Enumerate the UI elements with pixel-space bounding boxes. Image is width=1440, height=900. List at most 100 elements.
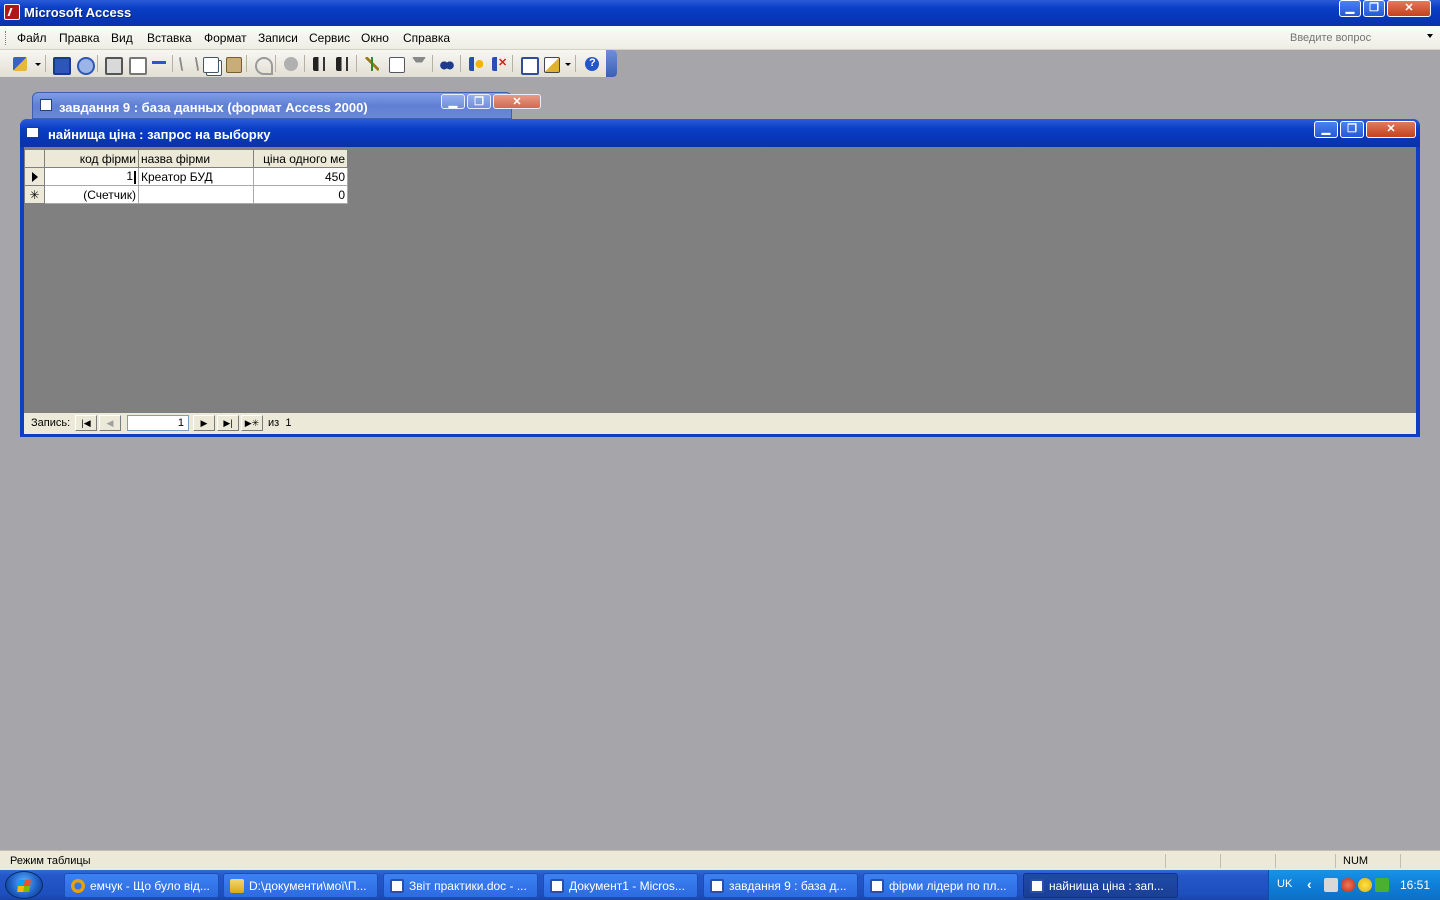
- close-button[interactable]: ✕: [1387, 0, 1431, 17]
- cut-icon[interactable]: [177, 54, 197, 74]
- menu-help[interactable]: Справка: [403, 31, 450, 45]
- view-dropdown-icon[interactable]: [35, 63, 41, 66]
- taskbar-item-label: завдання 9 : база д...: [729, 879, 847, 893]
- filter-by-selection-icon[interactable]: [362, 54, 382, 74]
- office-links-icon[interactable]: [281, 54, 301, 74]
- paste-icon[interactable]: [223, 54, 243, 74]
- taskbar-item[interactable]: емчук - Що було від...: [64, 873, 219, 898]
- design-view-icon[interactable]: [10, 54, 30, 74]
- menu-tools[interactable]: Сервис: [309, 31, 350, 45]
- toolbar-separator: [512, 55, 513, 72]
- menu-records[interactable]: Записи: [258, 31, 298, 45]
- copy-icon[interactable]: [200, 54, 220, 74]
- app-caption-buttons: ▁ ❐ ✕: [1339, 0, 1431, 17]
- messenger-smile-icon[interactable]: [1358, 878, 1372, 892]
- num-lock-indicator: NUM: [1343, 855, 1369, 867]
- search-file-icon[interactable]: [74, 54, 95, 75]
- antivirus-tray-icon[interactable]: [1324, 878, 1338, 892]
- database-window[interactable]: завдання 9 : база данных (формат Access …: [32, 92, 541, 119]
- language-indicator[interactable]: UK: [1277, 878, 1292, 890]
- taskbar-item-label: D:\документи\мої\П...: [249, 879, 367, 893]
- db-minimize-button[interactable]: ▁: [441, 94, 465, 109]
- total-records: 1: [285, 417, 292, 429]
- cell-price[interactable]: 450: [253, 167, 348, 186]
- last-record-button[interactable]: ▶|: [217, 415, 239, 431]
- cell-id-value: 1: [126, 169, 133, 184]
- previous-record-button[interactable]: ◀: [99, 415, 121, 431]
- new-record-icon[interactable]: [466, 54, 486, 74]
- sort-ascending-icon[interactable]: [310, 54, 330, 74]
- query-window-title-bar[interactable]: найнища ціна : запрос на выборку ▁ ❐ ✕: [20, 119, 1420, 147]
- word-icon: [390, 879, 404, 893]
- menu-window[interactable]: Окно: [361, 31, 389, 45]
- taskbar-item[interactable]: завдання 9 : база д...: [703, 873, 858, 898]
- icq-tray-icon[interactable]: [1375, 878, 1389, 892]
- column-header-price[interactable]: ціна одного ме: [253, 149, 348, 168]
- menu-grip[interactable]: [5, 31, 8, 45]
- minimize-button[interactable]: ▁: [1339, 0, 1361, 17]
- taskbar-item[interactable]: D:\документи\мої\П...: [223, 873, 378, 898]
- cell-name[interactable]: Креатор БУД: [138, 167, 254, 186]
- taskbar-item-label: фірми лідери по пл...: [889, 879, 1007, 893]
- spelling-icon[interactable]: [149, 54, 169, 74]
- toolbar-separator: [97, 55, 98, 72]
- query-window: найнища ціна : запрос на выборку ▁ ❐ ✕ к…: [20, 119, 1420, 437]
- find-icon[interactable]: [437, 54, 457, 74]
- current-record-input[interactable]: [127, 415, 189, 431]
- sort-descending-icon[interactable]: [333, 54, 353, 74]
- restore-icon: ❐: [1347, 123, 1357, 135]
- cell-id-new[interactable]: (Счетчик): [44, 185, 139, 204]
- save-icon[interactable]: [50, 54, 71, 75]
- filter-by-form-icon[interactable]: [386, 54, 406, 74]
- taskbar-item[interactable]: фірми лідери по пл...: [863, 873, 1018, 898]
- restore-button[interactable]: ❐: [1363, 0, 1385, 17]
- new-record-selector[interactable]: ✳: [24, 185, 45, 204]
- app-title-bar[interactable]: Microsoft Access ▁ ❐ ✕: [0, 0, 1440, 26]
- query-restore-button[interactable]: ❐: [1340, 121, 1364, 138]
- db-restore-button[interactable]: ❐: [467, 94, 491, 109]
- query-close-button[interactable]: ✕: [1366, 121, 1416, 138]
- column-header-id[interactable]: код фірми: [44, 149, 139, 168]
- start-button[interactable]: [5, 871, 43, 899]
- print-preview-icon[interactable]: [126, 54, 147, 75]
- select-all-button[interactable]: [24, 149, 45, 168]
- menu-format[interactable]: Формат: [204, 31, 247, 45]
- word-icon: [550, 879, 564, 893]
- new-record-nav-button[interactable]: ▶✳: [241, 415, 263, 431]
- cell-id[interactable]: 1: [44, 167, 139, 186]
- taskbar-item-active[interactable]: найнища ціна : зап...: [1023, 873, 1178, 898]
- cell-name-new[interactable]: [138, 185, 254, 204]
- apply-filter-icon[interactable]: [409, 54, 429, 74]
- column-header-name[interactable]: назва фірми: [138, 149, 254, 168]
- toolbar-options-chevron[interactable]: [606, 50, 617, 77]
- new-object-dropdown-icon[interactable]: [565, 63, 571, 66]
- first-record-button[interactable]: |◀: [75, 415, 97, 431]
- undo-icon[interactable]: [252, 54, 273, 75]
- new-object-icon[interactable]: [541, 54, 561, 74]
- access-app-icon[interactable]: [4, 4, 20, 20]
- ask-question-input[interactable]: [1290, 30, 1428, 46]
- db-close-button[interactable]: ✕: [493, 94, 541, 109]
- database-window-icon[interactable]: [518, 54, 539, 75]
- menu-insert[interactable]: Вставка: [147, 31, 192, 45]
- query-minimize-button[interactable]: ▁: [1314, 121, 1338, 138]
- next-record-button[interactable]: ▶: [193, 415, 215, 431]
- taskbar-item[interactable]: Звіт практики.doc - ...: [383, 873, 538, 898]
- clock[interactable]: 16:51: [1400, 878, 1430, 892]
- minimize-icon: ▁: [448, 96, 458, 108]
- cell-price-new[interactable]: 0: [253, 185, 348, 204]
- ask-dropdown-icon[interactable]: [1427, 34, 1433, 38]
- delete-record-icon[interactable]: [489, 54, 509, 74]
- record-selector-current[interactable]: [24, 167, 45, 186]
- menu-edit[interactable]: Правка: [59, 31, 100, 45]
- taskbar-item[interactable]: Документ1 - Micros...: [543, 873, 698, 898]
- datasheet-toolbar: [0, 50, 617, 77]
- show-hidden-icons-chevron-icon[interactable]: ‹: [1307, 876, 1312, 892]
- help-icon[interactable]: [582, 54, 602, 74]
- messenger-busy-icon[interactable]: [1341, 878, 1355, 892]
- menu-view[interactable]: Вид: [111, 31, 133, 45]
- minimize-icon: ▁: [1321, 123, 1331, 135]
- toolbar-separator: [246, 55, 247, 72]
- print-icon[interactable]: [102, 54, 123, 75]
- menu-file[interactable]: Файл: [17, 31, 47, 45]
